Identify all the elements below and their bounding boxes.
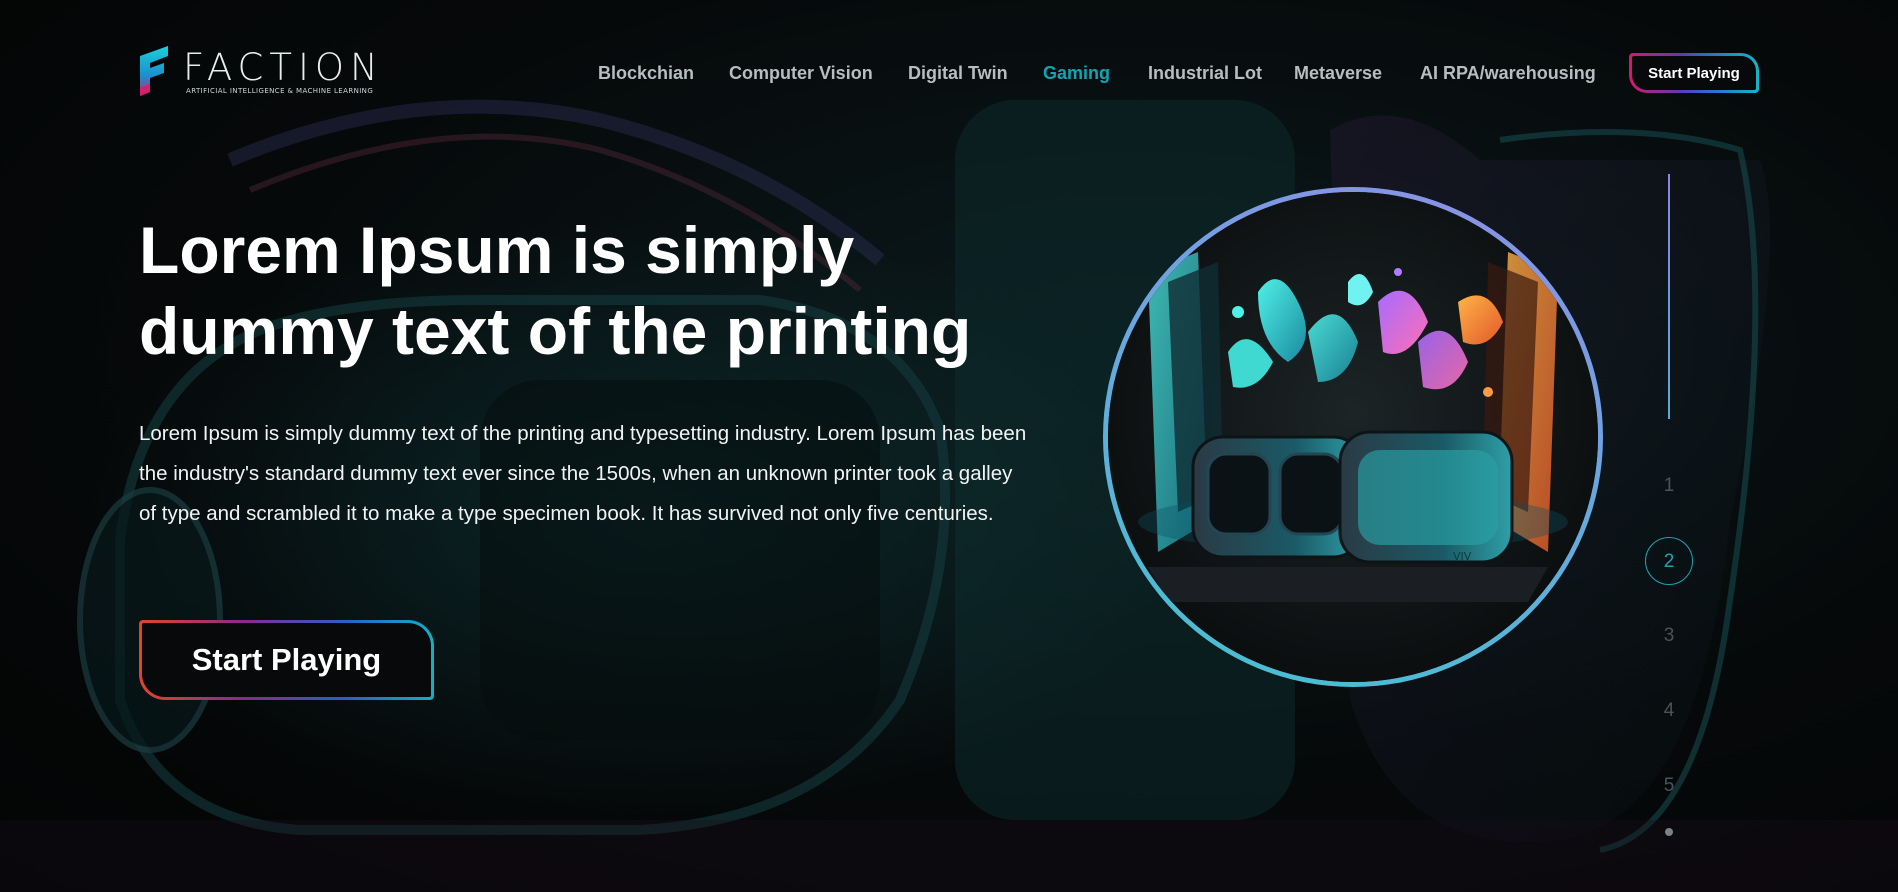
pager-item-1[interactable]: 1 [1645, 462, 1693, 510]
brand-name: FACTION [183, 46, 384, 89]
header-start-playing-button[interactable]: Start Playing [1629, 53, 1759, 93]
brand-tagline: ARTIFICIAL INTELLIGENCE & MACHINE LEARNI… [186, 87, 374, 95]
slide-pager: 1 2 3 4 5 [1640, 170, 1700, 850]
nav-item-industrial-lot[interactable]: Industrial Lot [1148, 62, 1262, 84]
nav-item-metaverse[interactable]: Metaverse [1294, 62, 1382, 84]
hero-description: Lorem Ipsum is simply dummy text of the … [139, 422, 1027, 525]
hero-title-line-1: Lorem Ipsum is simply [139, 213, 855, 287]
nav-item-digital-twin[interactable]: Digital Twin [908, 62, 1008, 84]
nav-item-computer-vision[interactable]: Computer Vision [729, 62, 873, 84]
vr-headset-icon: VIV [1108, 192, 1598, 682]
hero-title-line-2: dummy text of the printing [139, 294, 972, 368]
hero-start-playing-button[interactable]: Start Playing [139, 620, 434, 700]
pager-item-3[interactable]: 3 [1645, 612, 1693, 660]
pager-progress-line [1668, 174, 1670, 419]
hero-image-circle: VIV [1103, 187, 1603, 687]
vr-headset-image: VIV [1108, 192, 1598, 682]
pager-item-2[interactable]: 2 [1645, 537, 1693, 585]
header-start-playing-label: Start Playing [1632, 56, 1756, 90]
pager-item-5[interactable]: 5 [1645, 762, 1693, 810]
headset-brand-label: VIV [1453, 550, 1472, 563]
hero-start-playing-label: Start Playing [142, 623, 431, 697]
nav-item-gaming[interactable]: Gaming [1043, 62, 1110, 84]
site-header: FACTION ARTIFICIAL INTELLIGENCE & MACHIN… [0, 0, 1898, 150]
nav-item-blockchain[interactable]: Blockchian [598, 62, 694, 84]
brand-logo[interactable]: FACTION ARTIFICIAL INTELLIGENCE & MACHIN… [138, 46, 378, 102]
hero-title: Lorem Ipsum is simply dummy text of the … [139, 210, 999, 372]
faction-logo-icon [140, 46, 168, 96]
pager-item-4[interactable]: 4 [1645, 687, 1693, 735]
pager-dot-indicator [1665, 828, 1673, 836]
nav-item-ai-rpa-warehousing[interactable]: AI RPA/warehousing [1420, 62, 1596, 84]
